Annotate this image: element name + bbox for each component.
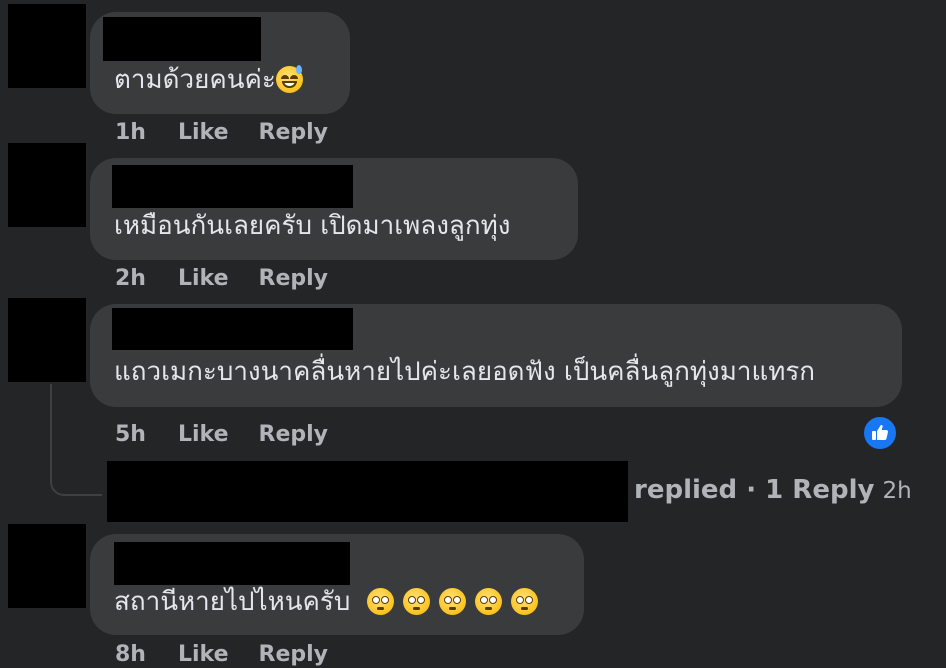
thumbs-up-icon	[872, 425, 888, 440]
comment-bubble: เหมือนกันเลยครับ เปิดมาเพลงลูกทุ่ง	[90, 158, 578, 260]
comment-time[interactable]: 8h	[115, 642, 146, 667]
comment-bubble: ตามด้วยคนค่ะ	[90, 12, 350, 114]
redacted-replier-name[interactable]	[107, 461, 628, 522]
redacted-author-name[interactable]	[103, 17, 261, 61]
reply-button[interactable]: Reply	[259, 120, 329, 145]
grinning-sweat-emoji	[275, 65, 303, 93]
redacted-author-name[interactable]	[114, 542, 350, 585]
comment-text: สถานีหายไปไหนครับ	[114, 586, 547, 618]
redacted-author-name[interactable]	[112, 165, 353, 208]
flushed-emoji	[474, 588, 502, 615]
flushed-emoji	[438, 588, 466, 615]
comment-bubble: สถานีหายไปไหนครับ	[90, 534, 584, 635]
like-button[interactable]: Like	[178, 120, 229, 145]
like-button[interactable]: Like	[178, 422, 229, 447]
comment-actions: 8h Like Reply	[115, 642, 358, 667]
like-button[interactable]: Like	[178, 642, 229, 667]
avatar[interactable]	[8, 143, 86, 227]
reply-time: 2h	[882, 478, 912, 504]
like-reaction-icon[interactable]	[862, 415, 898, 451]
avatar[interactable]	[8, 524, 86, 608]
redacted-author-name[interactable]	[112, 308, 353, 350]
comment-actions: 2h Like Reply	[115, 266, 358, 291]
flushed-emoji	[402, 588, 430, 615]
comment-time[interactable]: 1h	[115, 120, 146, 145]
reply-button[interactable]: Reply	[259, 642, 329, 667]
comment-time[interactable]: 5h	[115, 422, 146, 447]
comment-bubble: แถวเมกะบางนาคลื่นหายไปค่ะเลยอดฟัง เป็นคล…	[90, 304, 902, 407]
avatar[interactable]	[8, 298, 86, 382]
comment-actions: 1h Like Reply	[115, 120, 358, 145]
emoji-row	[366, 587, 547, 617]
view-replies-link[interactable]: replied · 1 Reply 2h	[634, 475, 912, 505]
reply-button[interactable]: Reply	[259, 422, 329, 447]
comment-text: แถวเมกะบางนาคลื่นหายไปค่ะเลยอดฟัง เป็นคล…	[114, 357, 816, 387]
flushed-emoji	[366, 588, 394, 615]
comment-text: ตามด้วยคนค่ะ	[114, 64, 312, 96]
avatar[interactable]	[8, 4, 86, 88]
comment-text: เหมือนกันเลยครับ เปิดมาเพลงลูกทุ่ง	[114, 211, 511, 241]
thread-connector-line	[50, 384, 102, 496]
reply-button[interactable]: Reply	[259, 266, 329, 291]
flushed-emoji	[510, 588, 538, 615]
comment-actions: 5h Like Reply	[115, 422, 358, 447]
comment-time[interactable]: 2h	[115, 266, 146, 291]
like-button[interactable]: Like	[178, 266, 229, 291]
